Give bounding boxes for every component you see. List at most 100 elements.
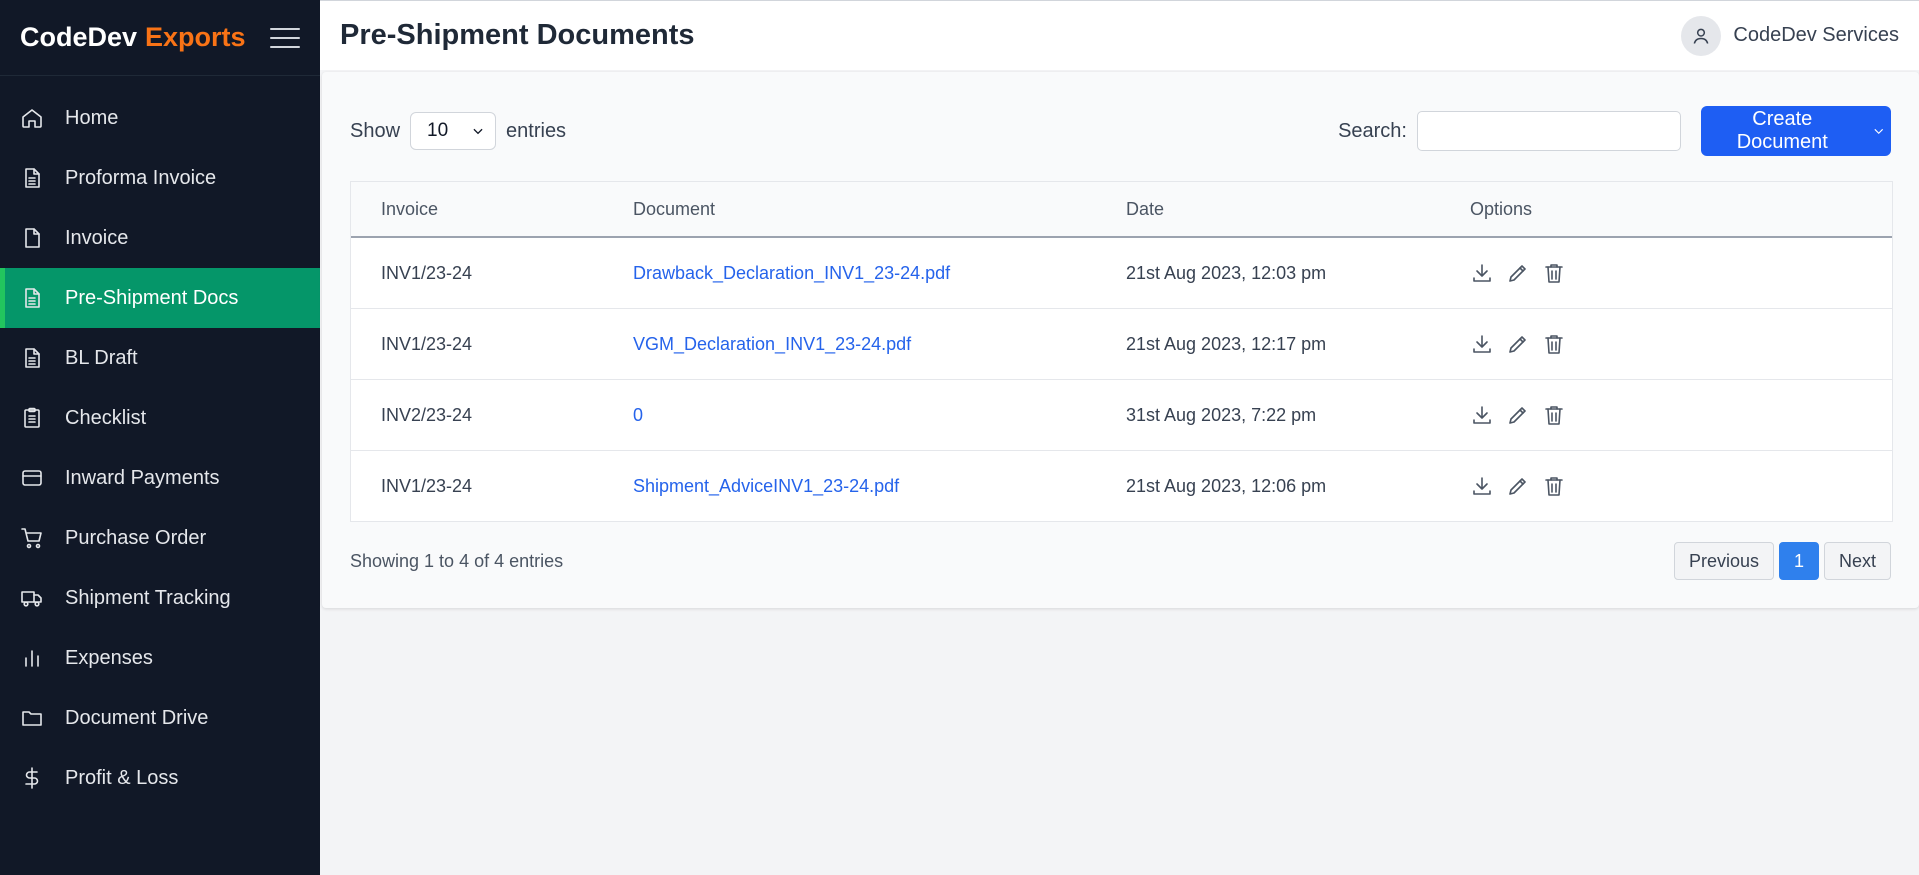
trash-icon[interactable] <box>1542 261 1566 285</box>
row-options <box>1470 261 1892 285</box>
sidebar-item-purchase-order[interactable]: Purchase Order <box>0 508 320 568</box>
chevron-down-icon <box>473 128 483 135</box>
row-options <box>1470 332 1892 356</box>
cart-icon <box>20 526 44 550</box>
entries-info: Showing 1 to 4 of 4 entries <box>350 550 564 571</box>
brand-accent: Exports <box>145 22 246 52</box>
page-1-button[interactable]: 1 <box>1778 542 1819 580</box>
sidebar: CodeDev Exports Home Proforma Invoice Inv… <box>0 0 320 875</box>
table-row: INV1/23-24 VGM_Declaration_INV1_23-24.pd… <box>351 308 1892 380</box>
sidebar-item-label: Pre-Shipment Docs <box>65 286 239 309</box>
edit-icon[interactable] <box>1506 403 1530 427</box>
sidebar-item-label: Shipment Tracking <box>65 586 231 609</box>
sidebar-item-label: Inward Payments <box>65 466 220 489</box>
column-header-options: Options <box>1440 182 1892 238</box>
entries-control: Show 10 entries <box>350 112 566 150</box>
invoice-cell: INV1/23-24 <box>381 475 473 496</box>
dollar-icon <box>20 766 44 790</box>
row-options <box>1470 474 1892 498</box>
invoice-cell: INV2/23-24 <box>351 379 603 451</box>
document-text-icon <box>20 286 44 310</box>
document-link[interactable]: Shipment_AdviceINV1_23-24.pdf <box>633 476 899 496</box>
date-cell: 21st Aug 2023, 12:17 pm <box>1096 308 1440 380</box>
date-cell: 21st Aug 2023, 12:03 pm <box>1096 237 1440 309</box>
credit-card-icon <box>20 466 44 490</box>
sidebar-item-bl-draft[interactable]: BL Draft <box>0 328 320 388</box>
sidebar-item-label: Document Drive <box>65 706 209 729</box>
download-icon[interactable] <box>1470 261 1494 285</box>
sidebar-item-label: Home <box>65 106 119 129</box>
sidebar-item-label: Invoice <box>65 226 129 249</box>
folder-icon <box>20 706 44 730</box>
document-text-icon <box>20 166 44 190</box>
download-icon[interactable] <box>1470 332 1494 356</box>
show-label: Show <box>350 119 401 142</box>
table-row: INV2/23-24 0 31st Aug 2023, 7:22 pm <box>351 379 1892 451</box>
trash-icon[interactable] <box>1542 332 1566 356</box>
edit-icon[interactable] <box>1506 332 1530 356</box>
right-tools: Search: Create Document <box>1338 106 1891 156</box>
page-title: Pre-Shipment Documents <box>340 19 695 51</box>
create-document-button[interactable]: Create Document <box>1701 106 1891 156</box>
edit-icon[interactable] <box>1506 474 1530 498</box>
menu-toggle-icon[interactable] <box>270 27 300 48</box>
sidebar-item-label: Expenses <box>65 646 153 669</box>
download-icon[interactable] <box>1470 474 1494 498</box>
brand-logo[interactable]: CodeDev Exports <box>20 22 246 53</box>
invoice-cell: INV1/23-24 <box>351 308 603 380</box>
trash-icon[interactable] <box>1542 474 1566 498</box>
entries-value: 10 <box>427 120 449 141</box>
pagination: Previous 1 Next <box>1673 542 1891 580</box>
entries-select[interactable]: 10 <box>410 112 497 150</box>
trash-icon[interactable] <box>1542 403 1566 427</box>
date-cell: 21st Aug 2023, 12:06 pm <box>1126 475 1327 496</box>
sidebar-item-inward-payments[interactable]: Inward Payments <box>0 448 320 508</box>
sidebar-item-checklist[interactable]: Checklist <box>0 388 320 448</box>
sidebar-item-home[interactable]: Home <box>0 88 320 148</box>
brand-name: CodeDev <box>20 22 138 52</box>
table-row: INV1/23-24 Shipment_AdviceINV1_23-24.pdf… <box>351 451 1892 522</box>
search-input[interactable] <box>1417 111 1681 151</box>
sidebar-item-expenses[interactable]: Expenses <box>0 628 320 688</box>
sidebar-item-document-drive[interactable]: Document Drive <box>0 688 320 748</box>
user-menu[interactable]: CodeDev Services <box>1681 15 1899 56</box>
truck-icon <box>20 586 44 610</box>
chevron-down-icon <box>1873 128 1883 135</box>
sidebar-item-label: Profit & Loss <box>65 766 179 789</box>
column-header-invoice[interactable]: Invoice <box>351 182 603 238</box>
column-header-document[interactable]: Document <box>603 182 1096 238</box>
top-header: Pre-Shipment Documents CodeDev Services <box>320 0 1919 70</box>
sidebar-item-proforma-invoice[interactable]: Proforma Invoice <box>0 148 320 208</box>
table-row: INV1/23-24 Drawback_Declaration_INV1_23-… <box>351 237 1892 309</box>
documents-card: Show 10 entries Search: Create Document … <box>322 72 1919 608</box>
documents-table: Invoice Document Date Options INV1/23-24… <box>350 181 1893 522</box>
brand: CodeDev Exports <box>0 0 320 76</box>
sidebar-item-label: Checklist <box>65 406 147 429</box>
document-link[interactable]: VGM_Declaration_INV1_23-24.pdf <box>633 334 911 354</box>
entries-label: entries <box>506 119 567 142</box>
row-options <box>1470 403 1892 427</box>
document-icon <box>20 226 44 250</box>
next-button[interactable]: Next <box>1823 542 1891 580</box>
date-cell: 31st Aug 2023, 7:22 pm <box>1096 379 1440 451</box>
sidebar-item-label: BL Draft <box>65 346 138 369</box>
previous-button[interactable]: Previous <box>1673 542 1774 580</box>
table-toolbar: Show 10 entries Search: Create Document <box>350 106 1891 156</box>
table-footer: Showing 1 to 4 of 4 entries Previous 1 N… <box>350 542 1891 580</box>
edit-icon[interactable] <box>1506 261 1530 285</box>
column-header-date[interactable]: Date <box>1096 182 1440 238</box>
download-icon[interactable] <box>1470 403 1494 427</box>
sidebar-item-invoice[interactable]: Invoice <box>0 208 320 268</box>
document-link[interactable]: Drawback_Declaration_INV1_23-24.pdf <box>633 263 950 283</box>
sidebar-item-profit-loss[interactable]: Profit & Loss <box>0 748 320 808</box>
document-link[interactable]: 0 <box>633 405 643 425</box>
sidebar-item-pre-shipment-docs[interactable]: Pre-Shipment Docs <box>0 268 320 328</box>
sidebar-item-label: Proforma Invoice <box>65 166 217 189</box>
search-label: Search: <box>1338 119 1407 142</box>
sidebar-item-shipment-tracking[interactable]: Shipment Tracking <box>0 568 320 628</box>
document-text-icon <box>20 346 44 370</box>
table-header-row: Invoice Document Date Options <box>351 182 1892 238</box>
home-icon <box>20 106 44 130</box>
invoice-cell: INV1/23-24 <box>351 237 603 309</box>
create-document-label: Create Document <box>1736 108 1828 153</box>
